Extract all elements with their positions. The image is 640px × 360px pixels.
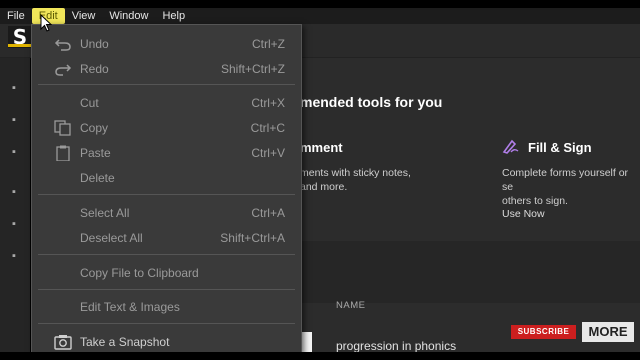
sidebar-item-3[interactable]: ▪	[12, 146, 24, 158]
letterbox-bottom	[0, 352, 640, 360]
menu-bar: File Edit View Window Help	[0, 8, 640, 24]
menu-item-paste[interactable]: Paste Ctrl+V	[32, 142, 301, 164]
letterbox-top	[0, 0, 640, 8]
fill-sign-tool-title[interactable]: Fill & Sign	[528, 140, 592, 155]
menu-item-redo[interactable]: Redo Shift+Ctrl+Z	[32, 58, 301, 80]
menu-item-cut[interactable]: Cut Ctrl+X	[32, 92, 301, 114]
recommended-tools-heading: mended tools for you	[300, 94, 443, 110]
fill-sign-icon	[502, 139, 519, 154]
more-badge: MORE	[582, 322, 634, 342]
sidebar-item-2[interactable]: ▪	[12, 114, 24, 126]
fill-sign-use-now-link[interactable]: Use Now	[502, 208, 545, 220]
menu-item-delete[interactable]: Delete	[32, 167, 301, 189]
subscribe-badge: SUBSCRIBE	[511, 325, 576, 339]
menu-separator	[38, 323, 295, 324]
sidebar-item-4[interactable]: ▪	[12, 186, 24, 198]
logo-stripe	[8, 44, 32, 47]
menu-file[interactable]: File	[0, 8, 32, 24]
copy-icon	[54, 120, 71, 136]
sidebar: ▪ ▪ ▪ ▪ ▪ ▪	[0, 58, 30, 352]
sidebar-item-1[interactable]: ▪	[12, 82, 24, 94]
comment-tool-desc: ments with sticky notes, and more.	[300, 167, 411, 193]
menu-item-copy[interactable]: Copy Ctrl+C	[32, 117, 301, 139]
menu-separator	[38, 289, 295, 290]
section-divider	[300, 241, 640, 303]
mouse-cursor-icon	[40, 14, 52, 32]
menu-separator	[38, 254, 295, 255]
menu-view[interactable]: View	[65, 8, 103, 24]
comment-tool-title[interactable]: mment	[300, 140, 343, 155]
menu-item-deselect-all[interactable]: Deselect All Shift+Ctrl+A	[32, 227, 301, 249]
sidebar-item-6[interactable]: ▪	[12, 250, 24, 262]
undo-icon	[54, 39, 71, 51]
menu-item-undo[interactable]: Undo Ctrl+Z	[32, 33, 301, 55]
menu-item-copy-file-to-clipboard[interactable]: Copy File to Clipboard	[32, 262, 301, 284]
menu-item-take-snapshot[interactable]: Take a Snapshot	[32, 331, 301, 353]
home-main-panel: mended tools for you mment ments with st…	[300, 58, 640, 353]
menu-separator	[38, 194, 295, 195]
recent-file-name[interactable]: progression in phonics	[336, 339, 456, 353]
clipboard-icon	[56, 145, 70, 161]
menu-item-edit-text-images[interactable]: Edit Text & Images	[32, 296, 301, 318]
menu-item-select-all[interactable]: Select All Ctrl+A	[32, 202, 301, 224]
name-column-header[interactable]: NAME	[336, 300, 365, 311]
fill-sign-tool-desc: Complete forms yourself or se others to …	[502, 167, 629, 207]
menu-separator	[38, 84, 295, 85]
sidebar-item-5[interactable]: ▪	[12, 218, 24, 230]
redo-icon	[55, 64, 72, 76]
menu-window[interactable]: Window	[102, 8, 155, 24]
camera-icon	[54, 335, 72, 350]
menu-help[interactable]: Help	[155, 8, 192, 24]
edit-menu-dropdown: Undo Ctrl+Z Redo Shift+Ctrl+Z Cut Ctrl+X…	[31, 24, 302, 354]
